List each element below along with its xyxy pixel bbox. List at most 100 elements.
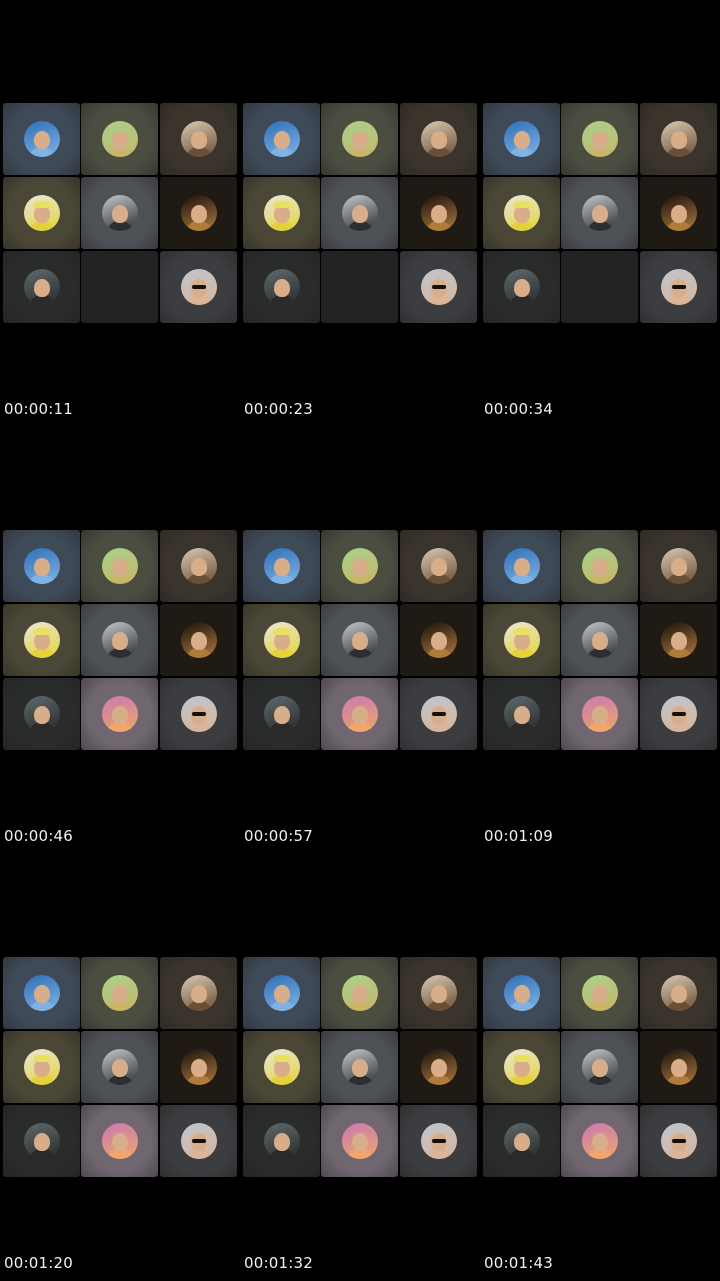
avatar-sunglasses-man-icon bbox=[661, 1123, 697, 1159]
participant-tile[interactable] bbox=[81, 1105, 158, 1177]
participant-tile[interactable] bbox=[400, 103, 477, 175]
participant-tile[interactable] bbox=[640, 1031, 717, 1103]
participant-tile[interactable] bbox=[400, 1105, 477, 1177]
participant-tile[interactable] bbox=[640, 177, 717, 249]
participant-tile[interactable] bbox=[3, 1105, 80, 1177]
participant-tile[interactable] bbox=[483, 957, 560, 1029]
participant-tile[interactable] bbox=[81, 177, 158, 249]
avatar-sunglasses bbox=[432, 712, 446, 716]
avatar-face bbox=[112, 706, 128, 724]
participant-tile[interactable] bbox=[640, 251, 717, 323]
participant-tile[interactable] bbox=[81, 1031, 158, 1103]
participant-tile[interactable] bbox=[160, 604, 237, 676]
participant-tile[interactable] bbox=[243, 957, 320, 1029]
avatar-sunglasses bbox=[672, 712, 686, 716]
participant-tile[interactable] bbox=[483, 1031, 560, 1103]
participant-tile[interactable] bbox=[483, 530, 560, 602]
avatar-face bbox=[274, 558, 290, 576]
participant-tile[interactable] bbox=[400, 604, 477, 676]
avatar-face bbox=[431, 558, 447, 576]
participant-tile[interactable] bbox=[483, 604, 560, 676]
participant-tile[interactable] bbox=[561, 957, 638, 1029]
participant-tile[interactable] bbox=[243, 251, 320, 323]
participant-tile[interactable] bbox=[321, 957, 398, 1029]
participant-tile[interactable] bbox=[81, 530, 158, 602]
participant-tile[interactable] bbox=[640, 604, 717, 676]
avatar-face bbox=[274, 131, 290, 149]
participant-tile[interactable] bbox=[3, 604, 80, 676]
avatar-face bbox=[514, 131, 530, 149]
participant-tile[interactable] bbox=[483, 251, 560, 323]
participant-tile[interactable] bbox=[243, 177, 320, 249]
participant-tile[interactable] bbox=[640, 103, 717, 175]
participant-tile[interactable] bbox=[160, 1031, 237, 1103]
participant-tile[interactable] bbox=[3, 678, 80, 750]
avatar-face bbox=[191, 131, 207, 149]
avatar-face bbox=[352, 205, 368, 223]
participant-tile[interactable] bbox=[561, 1031, 638, 1103]
participant-tile[interactable] bbox=[483, 177, 560, 249]
participant-tile[interactable] bbox=[483, 678, 560, 750]
participant-tile[interactable] bbox=[400, 530, 477, 602]
avatar-ocean-photo-icon bbox=[264, 548, 300, 584]
participant-tile[interactable] bbox=[561, 530, 638, 602]
participant-tile[interactable] bbox=[160, 530, 237, 602]
participant-tile[interactable] bbox=[400, 957, 477, 1029]
participant-tile[interactable] bbox=[3, 530, 80, 602]
participant-tile[interactable] bbox=[81, 678, 158, 750]
participant-tile[interactable] bbox=[3, 251, 80, 323]
avatar-city-night-icon bbox=[504, 696, 540, 732]
participant-tile[interactable] bbox=[321, 530, 398, 602]
participant-tile[interactable] bbox=[81, 604, 158, 676]
participant-tile[interactable] bbox=[160, 678, 237, 750]
participant-tile[interactable] bbox=[400, 678, 477, 750]
participant-tile[interactable] bbox=[243, 1105, 320, 1177]
participant-tile[interactable] bbox=[640, 678, 717, 750]
participant-tile[interactable] bbox=[561, 103, 638, 175]
participant-tile[interactable] bbox=[81, 957, 158, 1029]
participant-tile[interactable] bbox=[400, 177, 477, 249]
participant-tile[interactable] bbox=[400, 1031, 477, 1103]
participant-tile[interactable] bbox=[160, 103, 237, 175]
participant-tile[interactable] bbox=[561, 1105, 638, 1177]
participant-tile[interactable] bbox=[640, 530, 717, 602]
participant-tile[interactable] bbox=[3, 957, 80, 1029]
participant-tile[interactable] bbox=[160, 177, 237, 249]
participant-tile[interactable] bbox=[321, 1105, 398, 1177]
participant-tile[interactable] bbox=[640, 957, 717, 1029]
participant-tile[interactable] bbox=[160, 251, 237, 323]
participant-tile[interactable] bbox=[3, 103, 80, 175]
avatar-face bbox=[191, 1059, 207, 1077]
participant-tile[interactable] bbox=[321, 177, 398, 249]
participant-tile[interactable] bbox=[321, 678, 398, 750]
participant-tile[interactable] bbox=[243, 1031, 320, 1103]
participant-tile[interactable] bbox=[243, 604, 320, 676]
participant-tile[interactable] bbox=[81, 103, 158, 175]
avatar-yellow-jacket-icon bbox=[24, 195, 60, 231]
participant-tile[interactable] bbox=[561, 604, 638, 676]
participant-tile[interactable] bbox=[3, 1031, 80, 1103]
participant-tile[interactable] bbox=[321, 103, 398, 175]
avatar-green-selfie-icon bbox=[582, 548, 618, 584]
participant-tile[interactable] bbox=[321, 1031, 398, 1103]
avatar-face bbox=[274, 279, 290, 297]
video-frame: 00:00:57 bbox=[240, 427, 480, 854]
participant-tile[interactable] bbox=[243, 530, 320, 602]
participant-tile[interactable] bbox=[160, 957, 237, 1029]
participant-tile[interactable] bbox=[243, 103, 320, 175]
participant-tile[interactable] bbox=[243, 678, 320, 750]
participant-tile[interactable] bbox=[483, 103, 560, 175]
participant-tile[interactable] bbox=[400, 251, 477, 323]
participant-tile[interactable] bbox=[160, 1105, 237, 1177]
participant-grid bbox=[483, 957, 717, 1178]
avatar-face bbox=[34, 1133, 50, 1151]
participant-tile[interactable] bbox=[561, 177, 638, 249]
frame-timestamp: 00:00:57 bbox=[244, 827, 313, 845]
avatar-face bbox=[592, 205, 608, 223]
avatar-sunglasses-man-icon bbox=[661, 269, 697, 305]
participant-tile[interactable] bbox=[321, 604, 398, 676]
participant-tile[interactable] bbox=[483, 1105, 560, 1177]
participant-tile[interactable] bbox=[640, 1105, 717, 1177]
participant-tile[interactable] bbox=[561, 678, 638, 750]
participant-tile[interactable] bbox=[3, 177, 80, 249]
